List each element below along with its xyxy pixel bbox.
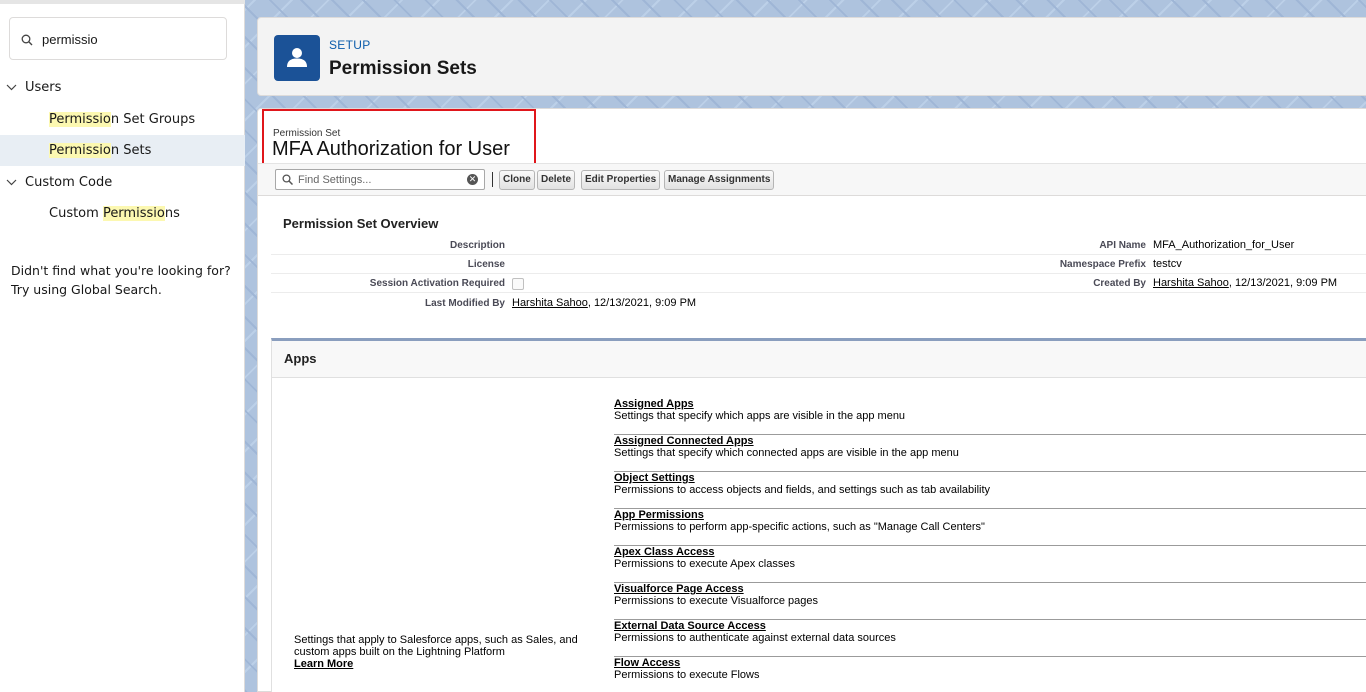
edit-properties-button[interactable]: Edit Properties xyxy=(581,170,661,190)
app-setting-desc: Settings that specify which connected ap… xyxy=(614,447,959,459)
learn-more-link[interactable]: Learn More xyxy=(294,658,353,670)
namespace-prefix-label: Namespace Prefix xyxy=(1059,259,1146,270)
not-found-line: Didn't find what you're looking for? xyxy=(11,263,231,278)
sidebar-item-label[interactable]: Custom Permissions xyxy=(49,206,180,221)
search-match-highlight: Permissio xyxy=(102,206,165,221)
quick-find-box[interactable] xyxy=(9,17,227,60)
sidebar-item-label[interactable]: Permission Sets xyxy=(49,143,151,158)
namespace-prefix-value: testcv xyxy=(1153,258,1182,270)
button-bar: ✕ Clone Delete Edit Properties Manage As… xyxy=(258,163,1366,196)
sidebar-item-permission-set-groups[interactable]: Permission Set Groups xyxy=(0,104,245,135)
app-setting-desc: Permissions to execute Flows xyxy=(614,669,760,681)
last-modified-date: , 12/13/2021, 9:09 PM xyxy=(587,297,697,309)
permission-set-name: MFA Authorization for User xyxy=(272,138,510,160)
find-settings-input[interactable] xyxy=(298,172,458,187)
breadcrumb-setup[interactable]: SETUP xyxy=(329,38,371,52)
manage-assignments-button[interactable]: Manage Assignments xyxy=(664,170,775,190)
license-label: License xyxy=(467,259,505,270)
app-setting-item: Apex Class Access Permissions to execute … xyxy=(614,546,1366,583)
last-modified-label: Last Modified By xyxy=(424,298,505,309)
overview-row: Last Modified By Harshita Sahoo, 12/13/2… xyxy=(271,294,1366,313)
apps-section-body: Settings that apply to Salesforce apps, … xyxy=(272,378,1366,692)
global-search-hint: Try using Global Search. xyxy=(11,282,162,297)
label-rest: ns xyxy=(164,206,180,221)
apps-section-title: Apps xyxy=(284,351,317,366)
clone-button[interactable]: Clone xyxy=(499,170,535,190)
search-match-highlight: Permissio xyxy=(49,143,111,158)
app-setting-item: Visualforce Page Access Permissions to ex… xyxy=(614,583,1366,620)
last-modified-value: Harshita Sahoo, 12/13/2021, 9:09 PM xyxy=(512,297,696,309)
search-match-highlight: Permissio xyxy=(49,112,111,127)
main-area: SETUP Permission Sets Permission Set MFA… xyxy=(245,0,1366,692)
external-data-source-access-link[interactable]: External Data Source Access xyxy=(614,620,766,632)
app-setting-item: Object Settings Permissions to access obj… xyxy=(614,472,1366,509)
app-setting-item: External Data Source Access Permissions t… xyxy=(614,620,1366,657)
app-setting-desc: Permissions to access objects and fields… xyxy=(614,484,991,496)
session-activation-checkbox xyxy=(512,278,524,290)
delete-button[interactable]: Delete xyxy=(537,170,576,190)
sidebar-item-permission-sets[interactable]: Permission Sets xyxy=(0,135,245,166)
chevron-down-icon[interactable] xyxy=(6,82,17,93)
apps-section: Apps Settings that apply to Salesforce a… xyxy=(271,338,1366,692)
find-settings-box[interactable]: ✕ xyxy=(275,169,485,190)
user-icon xyxy=(287,48,307,67)
page-title: Permission Sets xyxy=(329,58,477,79)
permission-set-callout: Permission Set MFA Authorization for Use… xyxy=(262,109,536,169)
app-setting-desc: Settings that specify which apps are vis… xyxy=(614,410,906,422)
app-setting-desc: Permissions to execute Apex classes xyxy=(614,558,795,570)
created-by-user-link[interactable]: Harshita Sahoo xyxy=(1153,277,1229,289)
api-name-value: MFA_Authorization_for_User xyxy=(1153,239,1295,251)
session-activation-label: Session Activation Required xyxy=(369,278,505,289)
app-setting-desc: Permissions to execute Visualforce pages xyxy=(614,595,819,607)
app-setting-desc: Permissions to authenticate against exte… xyxy=(614,632,896,644)
tree-node-label: Users xyxy=(25,80,62,95)
app-setting-item: Flow Access Permissions to execute Flows xyxy=(614,657,1366,692)
apps-description: Settings that apply to Salesforce apps, … xyxy=(294,634,599,670)
created-by-label: Created By xyxy=(1093,278,1146,289)
sidebar-item-label[interactable]: Permission Set Groups xyxy=(49,112,195,127)
search-icon xyxy=(282,174,293,185)
app-setting-item: Assigned Connected Apps Settings that spe… xyxy=(614,435,1366,472)
search-icon xyxy=(21,34,33,46)
tree-node-custom-code[interactable]: Custom Code xyxy=(0,167,245,199)
label-rest: n Sets xyxy=(110,143,152,158)
description-label: Description xyxy=(449,240,505,251)
overview-section-title: Permission Set Overview xyxy=(283,216,439,231)
clear-icon[interactable]: ✕ xyxy=(467,174,478,185)
tree-node-users[interactable]: Users xyxy=(0,72,245,104)
apex-class-access-link[interactable]: Apex Class Access xyxy=(614,546,715,558)
created-by-value: Harshita Sahoo, 12/13/2021, 9:09 PM xyxy=(1153,277,1337,289)
created-by-date: , 12/13/2021, 9:09 PM xyxy=(1228,277,1338,289)
overview-row: Description API Name MFA_Authorization_f… xyxy=(271,236,1366,255)
apps-description-line: Settings that apply to Salesforce apps, … xyxy=(294,634,578,646)
page-header: SETUP Permission Sets xyxy=(257,17,1366,96)
setup-page-icon xyxy=(274,35,320,81)
app-permissions-link[interactable]: App Permissions xyxy=(614,509,704,521)
toolbar-divider xyxy=(492,172,493,187)
visualforce-page-access-link[interactable]: Visualforce Page Access xyxy=(614,583,744,595)
api-name-label: API Name xyxy=(1099,240,1146,251)
assigned-apps-link[interactable]: Assigned Apps xyxy=(614,398,694,410)
tree-node-label: Custom Code xyxy=(25,175,113,190)
overview-row: Session Activation Required Created By H… xyxy=(271,274,1366,293)
quick-find-input[interactable] xyxy=(42,28,217,50)
apps-section-header: Apps xyxy=(272,341,1366,378)
sidebar-item-custom-permissions[interactable]: Custom Permissions xyxy=(0,198,245,229)
app-setting-item: Assigned Apps Settings that specify which… xyxy=(614,398,1366,435)
apps-description-line: custom apps built on the Lightning Platf… xyxy=(294,646,505,658)
not-found-message: Didn't find what you're looking for? Try… xyxy=(11,261,231,299)
last-modified-user-link[interactable]: Harshita Sahoo xyxy=(512,297,588,309)
label-prefix: Custom xyxy=(49,206,103,221)
app-setting-item: App Permissions Permissions to perform ap… xyxy=(614,509,1366,546)
chevron-down-icon[interactable] xyxy=(6,177,17,188)
permission-set-detail: Permission Set MFA Authorization for Use… xyxy=(257,108,1366,692)
label-rest: n Set Groups xyxy=(110,112,196,127)
assigned-connected-apps-link[interactable]: Assigned Connected Apps xyxy=(614,435,754,447)
sidebar-top-border xyxy=(0,0,245,4)
overview-row: License Namespace Prefix testcv xyxy=(271,255,1366,274)
flow-access-link[interactable]: Flow Access xyxy=(614,657,680,669)
app-setting-desc: Permissions to perform app-specific acti… xyxy=(614,521,985,533)
object-settings-link[interactable]: Object Settings xyxy=(614,472,695,484)
setup-sidebar: Users Permission Set Groups Permission S… xyxy=(0,0,245,692)
